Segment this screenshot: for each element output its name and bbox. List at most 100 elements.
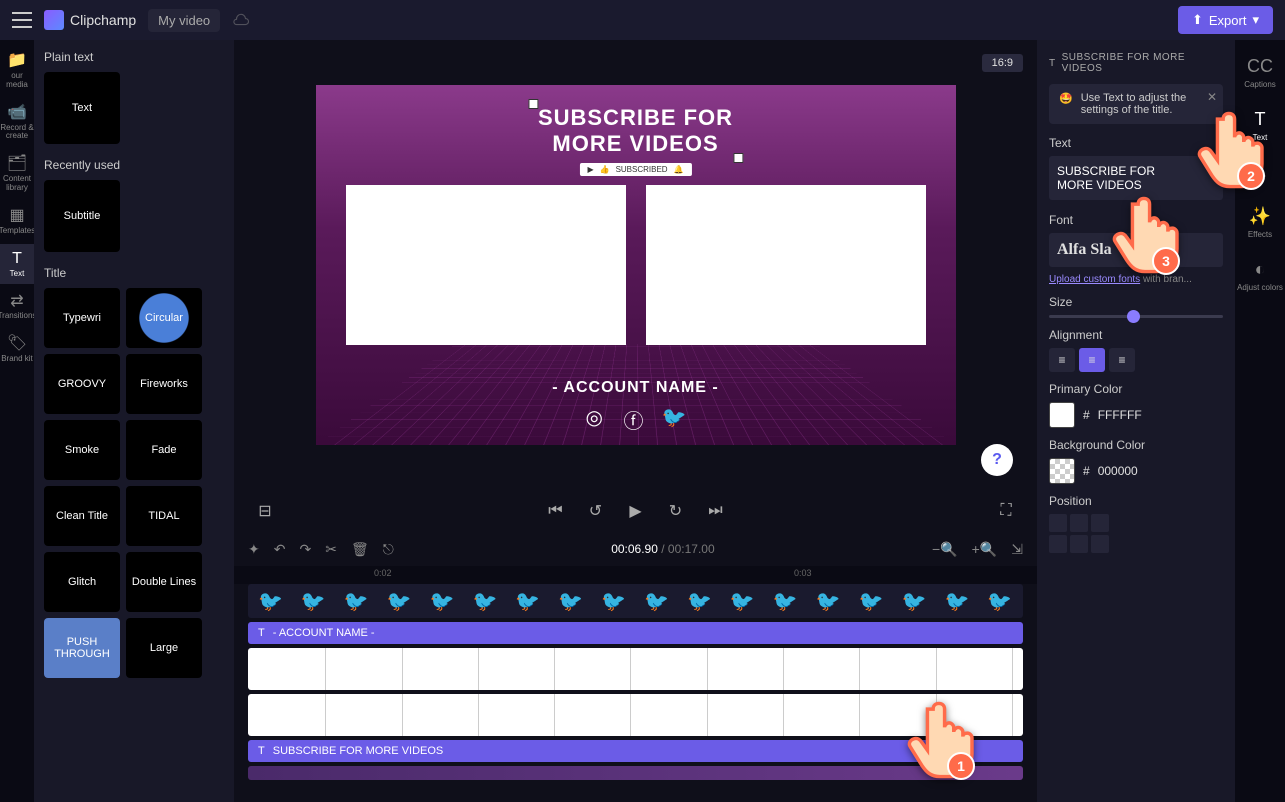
clipchamp-icon — [44, 10, 64, 30]
hamburger-menu[interactable] — [12, 12, 32, 28]
left-nav-our-media[interactable]: 📁our media — [0, 46, 34, 96]
align-center-button[interactable]: ≡ — [1079, 348, 1105, 372]
fit-button[interactable]: ⇲ — [1011, 541, 1023, 558]
play-button[interactable]: ▶ — [625, 500, 647, 522]
text-content-input[interactable] — [1049, 156, 1223, 200]
timeline-ruler[interactable]: 0:020:03 — [234, 566, 1037, 584]
cut-button[interactable]: ✂ — [325, 541, 337, 558]
right-nav-adjust-colors[interactable]: ◐Adjust colors — [1235, 251, 1285, 300]
timeline: ✦ ↶ ↷ ✂ 🗑 ⎋ 00:06.90 / 00:17.00 −🔍 +🔍 ⇲ … — [234, 532, 1037, 802]
track-clip-video1[interactable] — [248, 648, 1023, 690]
right-nav-captions[interactable]: CCCaptions — [1235, 48, 1285, 97]
align-left-button[interactable]: ≡ — [1049, 348, 1075, 372]
text-sidebar: Plain text Text Recently used Subtitle T… — [34, 40, 234, 802]
title-preset-large[interactable]: Large — [126, 618, 202, 678]
primary-color-hex[interactable]: FFFFFF — [1098, 408, 1142, 422]
project-name[interactable]: My video — [148, 9, 220, 32]
facebook-icon: ⓕ — [624, 405, 648, 429]
next-frame-button[interactable]: ⏭ — [705, 500, 727, 522]
panel-header: T SUBSCRIBE FOR MORE VIDEOS — [1049, 52, 1223, 74]
left-nav-brand-kit[interactable]: 🏷Brand kit — [0, 329, 34, 370]
social-icons: ◎ ⓕ 🐦 — [586, 405, 686, 429]
right-nav-text[interactable]: TText — [1235, 101, 1285, 150]
redo-button[interactable]: ↷ — [299, 541, 311, 558]
fullscreen-button[interactable]: ⛶ — [995, 500, 1017, 522]
title-preset-fireworks[interactable]: Fireworks — [126, 354, 202, 414]
instagram-icon: ◎ — [586, 405, 610, 429]
left-nav-record-create[interactable]: 📹Record & create — [0, 98, 34, 148]
aspect-ratio-badge[interactable]: 16:9 — [982, 54, 1023, 72]
title-preset-smoke[interactable]: Smoke — [44, 420, 120, 480]
title-preset-tidal[interactable]: TIDAL — [126, 486, 202, 546]
recently-used-heading: Recently used — [44, 158, 224, 172]
split-button[interactable]: ⎋ — [383, 541, 394, 558]
right-nav-effects[interactable]: ✨Effects — [1235, 198, 1285, 247]
align-right-button[interactable]: ≡ — [1109, 348, 1135, 372]
delete-button[interactable]: 🗑 — [351, 541, 369, 558]
video-slot-right — [646, 185, 926, 345]
sync-icon — [232, 13, 250, 27]
app-logo[interactable]: Clipchamp — [44, 10, 136, 30]
size-slider[interactable] — [1049, 315, 1223, 318]
position-field-label: Position — [1049, 494, 1223, 508]
pos-tr[interactable] — [1091, 514, 1109, 532]
app-name: Clipchamp — [70, 12, 136, 28]
captions-toggle[interactable]: ⊟ — [254, 500, 276, 522]
title-preset-circular[interactable]: Circular — [126, 288, 202, 348]
size-field-label: Size — [1049, 295, 1223, 309]
preview-title-text[interactable]: SUBSCRIBE FOR MORE VIDEOS — [538, 105, 733, 157]
undo-button[interactable]: ↶ — [274, 541, 286, 558]
bg-color-label: Background Color — [1049, 438, 1223, 452]
help-button[interactable]: ? — [981, 444, 1013, 476]
bg-color-hex[interactable]: 000000 — [1098, 464, 1138, 478]
timeline-toolbar: ✦ ↶ ↷ ✂ 🗑 ⎋ 00:06.90 / 00:17.00 −🔍 +🔍 ⇲ — [234, 532, 1037, 566]
left-nav-text[interactable]: TText — [0, 244, 34, 285]
magic-button[interactable]: ✦ — [248, 541, 260, 558]
track-clip-background[interactable] — [248, 766, 1023, 780]
video-preview[interactable]: SUBSCRIBE FOR MORE VIDEOS ▶👍SUBSCRIBED🔔 … — [316, 85, 956, 445]
pos-tl[interactable] — [1049, 514, 1067, 532]
zoom-out-button[interactable]: −🔍 — [932, 541, 958, 558]
text-properties-panel: T SUBSCRIBE FOR MORE VIDEOS 🤩 Use Text t… — [1037, 40, 1235, 802]
left-nav-content-library[interactable]: 🗂Content library — [0, 149, 34, 199]
title-heading: Title — [44, 266, 224, 280]
topbar: Clipchamp My video ⬆ Export ▾ — [0, 0, 1285, 40]
pos-tc[interactable] — [1070, 514, 1088, 532]
font-field-label: Font — [1049, 213, 1223, 227]
left-nav-templates[interactable]: ▦Templates — [0, 201, 34, 242]
forward-button[interactable]: ↻ — [665, 500, 687, 522]
account-name-text: - ACCOUNT NAME - — [552, 379, 719, 397]
track-clip-video2[interactable] — [248, 694, 1023, 736]
close-tip-button[interactable]: ✕ — [1207, 90, 1217, 104]
title-preset-clean-title[interactable]: Clean Title — [44, 486, 120, 546]
font-selector[interactable]: Alfa Sla — [1049, 233, 1223, 267]
title-preset-fade[interactable]: Fade — [126, 420, 202, 480]
prev-frame-button[interactable]: ⏮ — [545, 500, 567, 522]
primary-color-swatch[interactable] — [1049, 402, 1075, 428]
bg-color-swatch[interactable] — [1049, 458, 1075, 484]
text-preset-subtitle[interactable]: Subtitle — [44, 180, 120, 252]
export-button[interactable]: ⬆ Export ▾ — [1178, 6, 1273, 34]
title-preset-typewri[interactable]: Typewri — [44, 288, 120, 348]
title-preset-glitch[interactable]: Glitch — [44, 552, 120, 612]
player-controls: ⊟ ⏮ ↺ ▶ ↻ ⏭ ⛶ — [234, 490, 1037, 532]
track-clip-twitter[interactable]: 🐦🐦🐦🐦🐦🐦🐦🐦🐦🐦🐦🐦🐦🐦🐦🐦🐦🐦 — [248, 584, 1023, 618]
left-nav-transitions[interactable]: ⇄Transitions — [0, 286, 34, 327]
text-preset-text[interactable]: Text — [44, 72, 120, 144]
timeline-tracks: 🐦🐦🐦🐦🐦🐦🐦🐦🐦🐦🐦🐦🐦🐦🐦🐦🐦🐦 T- ACCOUNT NAME - TSU… — [234, 584, 1037, 802]
upload-icon: ⬆ — [1192, 12, 1203, 28]
title-preset-double-lines[interactable]: Double Lines — [126, 552, 202, 612]
right-nav-item-[interactable]: ✎ — [1235, 154, 1285, 194]
pos-mc[interactable] — [1070, 535, 1088, 553]
title-preset-groovy[interactable]: GROOVY — [44, 354, 120, 414]
pos-ml[interactable] — [1049, 535, 1067, 553]
pos-mr[interactable] — [1091, 535, 1109, 553]
upload-fonts-link[interactable]: Upload custom fonts — [1049, 274, 1140, 285]
text-icon: T — [1049, 58, 1056, 69]
title-preset-push-through[interactable]: PUSH THROUGH — [44, 618, 120, 678]
zoom-in-button[interactable]: +🔍 — [972, 541, 998, 558]
track-clip-subscribe[interactable]: TSUBSCRIBE FOR MORE VIDEOS — [248, 740, 1023, 762]
track-clip-account-name[interactable]: T- ACCOUNT NAME - — [248, 622, 1023, 644]
video-slot-left — [346, 185, 626, 345]
rewind-button[interactable]: ↺ — [585, 500, 607, 522]
